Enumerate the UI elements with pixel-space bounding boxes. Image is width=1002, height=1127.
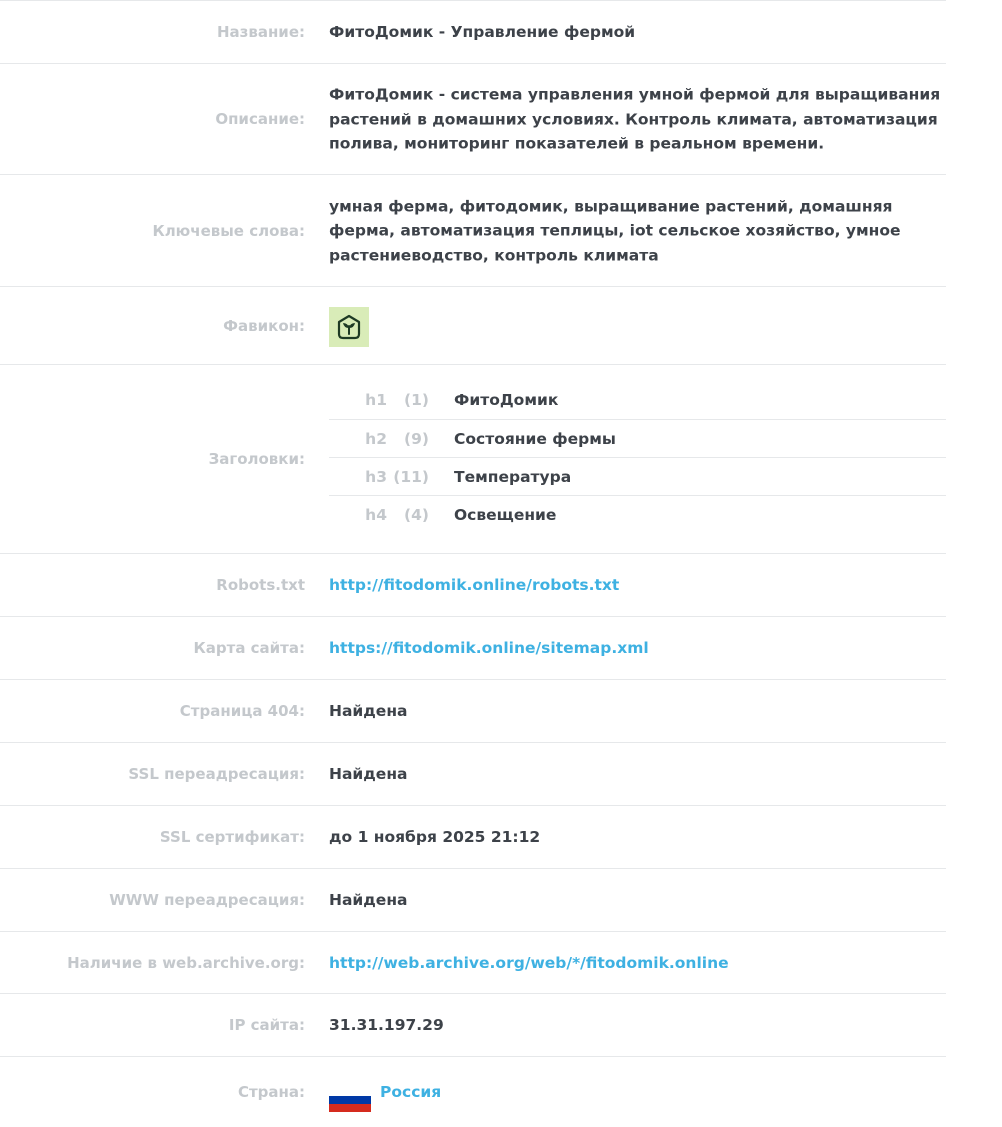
heading-text: Состояние фермы — [454, 429, 616, 448]
archive-link[interactable]: http://web.archive.org/web/*/fitodomik.o… — [329, 950, 946, 975]
ssl-redirect-label: SSL переадресация: — [128, 765, 305, 783]
row-description: Описание: ФитоДомик - система управления… — [0, 64, 946, 175]
heading-item: h3 (11) Температура — [329, 458, 946, 496]
ssl-cert-value: до 1 ноября 2025 21:12 — [329, 827, 541, 846]
title-label: Название: — [216, 23, 305, 41]
headings-label: Заголовки: — [208, 450, 305, 468]
www-redirect-value: Найдена — [329, 890, 408, 909]
row-favicon: Фавикон: — [0, 287, 946, 365]
ip-label: IP сайта: — [228, 1016, 305, 1034]
row-headings: Заголовки: h1 (1) ФитоДомик h2 (9) Состо… — [0, 365, 946, 554]
heading-count: (11) — [393, 467, 429, 486]
row-title: Название: ФитоДомик - Управление фермой — [0, 0, 946, 64]
page404-label: Страница 404: — [179, 702, 305, 720]
description-value: ФитоДомик - система управления умной фер… — [329, 85, 941, 153]
ssl-redirect-value: Найдена — [329, 764, 408, 783]
russia-flag-icon — [329, 1088, 371, 1112]
heading-text: ФитоДомик — [454, 391, 559, 409]
heading-tag: h2 — [365, 429, 387, 448]
favicon-image — [329, 307, 369, 347]
keywords-value: умная ферма, фитодомик, выращивание раст… — [329, 196, 901, 264]
page404-value: Найдена — [329, 701, 408, 720]
row-ip: IP сайта: 31.31.197.29 — [0, 994, 946, 1057]
sitemap-link[interactable]: https://fitodomik.online/sitemap.xml — [329, 636, 946, 661]
sitemap-label: Карта сайта: — [193, 639, 306, 657]
country-label: Страна: — [237, 1083, 305, 1101]
row-ssl-redirect: SSL переадресация: Найдена — [0, 743, 946, 806]
row-sitemap: Карта сайта: https://fitodomik.online/si… — [0, 617, 946, 680]
site-info-table: Название: ФитоДомик - Управление фермой … — [0, 0, 946, 1127]
row-www-redirect: WWW переадресация: Найдена — [0, 869, 946, 932]
row-country: Страна: Россия — [0, 1057, 946, 1127]
description-label: Описание: — [215, 110, 305, 128]
heading-count: (4) — [404, 505, 429, 524]
heading-item: h4 (4) Освещение — [329, 496, 946, 533]
row-robots: Robots.txt http://fitodomik.online/robot… — [0, 554, 946, 617]
heading-tag: h1 — [365, 391, 387, 409]
heading-count: (9) — [404, 429, 429, 448]
robots-label: Robots.txt — [216, 576, 305, 594]
ssl-cert-label: SSL сертификат: — [159, 828, 305, 846]
title-value: ФитоДомик - Управление фермой — [329, 22, 636, 41]
heading-text: Освещение — [454, 505, 557, 524]
row-archive: Наличие в web.archive.org: http://web.ar… — [0, 932, 946, 994]
row-keywords: Ключевые слова: умная ферма, фитодомик, … — [0, 175, 946, 287]
ip-value: 31.31.197.29 — [329, 1015, 444, 1034]
sprout-house-icon — [337, 314, 361, 340]
archive-label: Наличие в web.archive.org: — [67, 953, 305, 972]
headings-list: h1 (1) ФитоДомик h2 (9) Состояние фермы … — [329, 381, 946, 533]
robots-link[interactable]: http://fitodomik.online/robots.txt — [329, 573, 946, 598]
heading-tag: h3 — [365, 467, 387, 486]
country-link[interactable]: Россия — [380, 1083, 441, 1101]
heading-count: (1) — [404, 391, 429, 409]
keywords-label: Ключевые слова: — [152, 221, 305, 240]
www-redirect-label: WWW переадресация: — [109, 891, 305, 909]
row-ssl-cert: SSL сертификат: до 1 ноября 2025 21:12 — [0, 806, 946, 869]
heading-tag: h4 — [365, 505, 387, 524]
favicon-label: Фавикон: — [223, 316, 305, 335]
row-page404: Страница 404: Найдена — [0, 680, 946, 743]
country-value: Россия — [329, 1082, 441, 1112]
heading-item: h2 (9) Состояние фермы — [329, 420, 946, 458]
heading-text: Температура — [454, 467, 572, 486]
heading-item: h1 (1) ФитоДомик — [329, 381, 946, 420]
